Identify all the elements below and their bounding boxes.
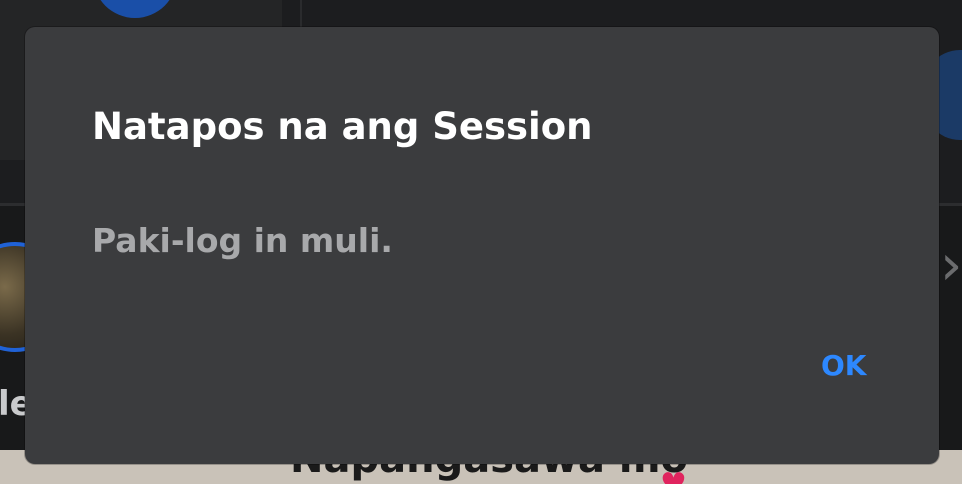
chevron-right-icon: › — [940, 233, 962, 298]
dialog-message: Paki-log in muli. — [92, 221, 393, 260]
dialog-title: Natapos na ang Session — [92, 105, 593, 148]
session-expired-dialog: Natapos na ang Session Paki-log in muli.… — [25, 27, 939, 464]
ok-button[interactable]: OK — [811, 343, 877, 388]
background-divider — [300, 0, 302, 30]
heart-icon: ♥ — [660, 470, 687, 484]
screen: le › Napangasawa mo ♥ Natapos na ang Ses… — [0, 0, 962, 484]
